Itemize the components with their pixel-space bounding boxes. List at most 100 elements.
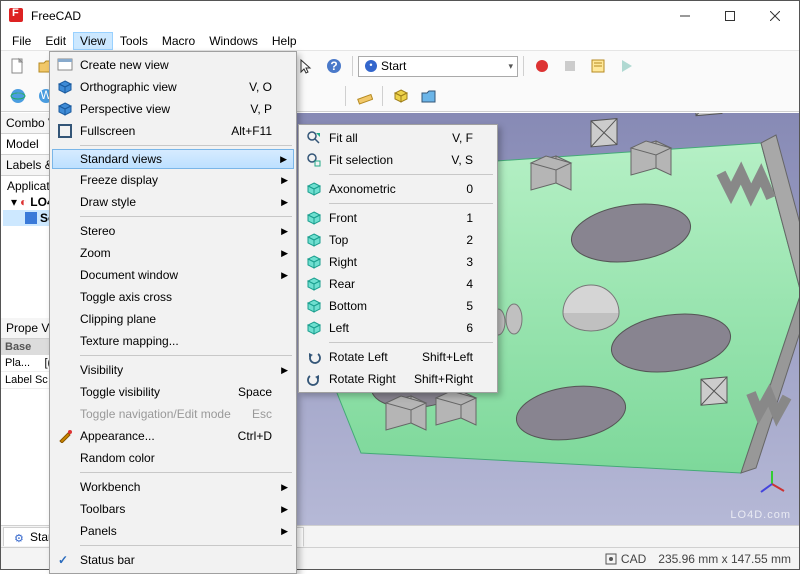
shortcut-label: V, P (250, 102, 272, 116)
view-menu-workbench[interactable]: Workbench▶ (52, 476, 294, 498)
shortcut-label: Ctrl+D (238, 429, 272, 443)
submenu-arrow-icon: ▶ (281, 526, 288, 537)
view-menu-stereo[interactable]: Stereo ▶ (52, 220, 294, 242)
check-icon: ✓ (58, 553, 68, 567)
view-menu-toggle-visibility[interactable]: Toggle visibilitySpace (52, 381, 294, 403)
view-menu-document-window[interactable]: Document window▶ (52, 264, 294, 286)
shortcut-label: Alt+F11 (231, 124, 272, 138)
menu-item-label: Standard views (80, 152, 162, 166)
measure-button[interactable] (351, 83, 377, 109)
stdview-fit-selection[interactable]: Fit selectionV, S (301, 149, 495, 171)
fitall-icon (305, 129, 323, 147)
close-button[interactable] (752, 2, 797, 31)
menu-item-label: Create new view (80, 58, 169, 72)
menu-item-label: Stereo (80, 224, 115, 238)
shortcut-label: V, O (249, 80, 272, 94)
maximize-button[interactable] (707, 2, 752, 31)
shortcut-label: Shift+Left (422, 350, 473, 364)
menu-bar: File Edit View Tools Macro Windows Help (1, 31, 799, 51)
fitsel-icon (305, 151, 323, 169)
menu-item-label: Rear (329, 277, 355, 291)
menu-item-label: Zoom (80, 246, 111, 260)
submenu-arrow-icon: ▶ (281, 226, 288, 237)
view-menu-random-color[interactable]: Random color (52, 447, 294, 469)
menu-item-label: Document window (80, 268, 178, 282)
view-menu-appearance-[interactable]: Appearance...Ctrl+D (52, 425, 294, 447)
globe-button[interactable] (5, 83, 31, 109)
view-menu-create-new-view[interactable]: Create new view (52, 54, 294, 76)
view-menu-toggle-axis-cross[interactable]: Toggle axis cross (52, 286, 294, 308)
menu-item-label: Freeze display (80, 173, 158, 187)
view-menu-freeze-display[interactable]: Freeze display▶ (52, 169, 294, 191)
record-macro-button[interactable] (529, 53, 555, 79)
view-menu-perspective-view[interactable]: Perspective viewV, P (52, 98, 294, 120)
view-menu-standard-views[interactable]: Standard views▶ (52, 149, 294, 169)
nav-style-indicator[interactable]: CAD (605, 552, 646, 566)
submenu-arrow-icon: ▶ (281, 197, 288, 208)
menu-item-label: Top (329, 233, 348, 247)
axo-icon (305, 180, 323, 198)
app-icon (9, 8, 25, 24)
view-menu-clipping-plane[interactable]: Clipping plane (52, 308, 294, 330)
watermark: LO4D.com (730, 509, 791, 521)
menu-item-label: Axonometric (329, 182, 396, 196)
rotr-icon (305, 370, 323, 388)
stdview-left[interactable]: Left6 (301, 317, 495, 339)
left-icon (305, 319, 323, 337)
folder-button[interactable] (416, 83, 442, 109)
shortcut-label: 6 (466, 321, 473, 335)
view-menu-visibility[interactable]: Visibility▶ (52, 359, 294, 381)
stdview-front[interactable]: Front1 (301, 207, 495, 229)
stdview-rotate-right[interactable]: Rotate Right Shift+Right (301, 368, 495, 390)
new-button[interactable] (5, 53, 31, 79)
view-menu-toolbars[interactable]: Toolbars▶ (52, 498, 294, 520)
stdview-right[interactable]: Right3 (301, 251, 495, 273)
rear-icon (305, 275, 323, 293)
stop-macro-button[interactable] (557, 53, 583, 79)
right-icon (305, 253, 323, 271)
minimize-button[interactable] (662, 2, 707, 31)
menu-file[interactable]: File (5, 32, 38, 50)
view-menu-panels[interactable]: Panels ▶ (52, 520, 294, 542)
workbench-selector[interactable]: •Start (358, 56, 518, 77)
macro-list-button[interactable] (585, 53, 611, 79)
menu-tools[interactable]: Tools (113, 32, 155, 50)
menu-item-label: Fit all (329, 131, 358, 145)
view-menu-zoom[interactable]: Zoom▶ (52, 242, 294, 264)
run-macro-button[interactable] (613, 53, 639, 79)
menu-view[interactable]: View (73, 32, 113, 50)
help-button[interactable]: ? (321, 53, 347, 79)
shortcut-label: Shift+Right (414, 372, 473, 386)
menu-help[interactable]: Help (265, 32, 304, 50)
menu-item-label: Rotate Left (329, 350, 388, 364)
persp-icon (56, 100, 74, 118)
stdview-rotate-left[interactable]: Rotate Left Shift+Left (301, 346, 495, 368)
stdview-rear[interactable]: Rear4 (301, 273, 495, 295)
menu-item-label: Rotate Right (329, 372, 396, 386)
shortcut-label: V, S (451, 153, 473, 167)
menu-item-label: Fullscreen (80, 124, 135, 138)
part-cube-button[interactable] (388, 83, 414, 109)
view-menu-status-bar[interactable]: ✓Status bar (52, 549, 294, 571)
menu-macro[interactable]: Macro (155, 32, 202, 50)
top-icon (305, 231, 323, 249)
menu-windows[interactable]: Windows (202, 32, 265, 50)
stdview-axonometric[interactable]: Axonometric0 (301, 178, 495, 200)
menu-edit[interactable]: Edit (38, 32, 73, 50)
gear-icon (14, 531, 26, 543)
view-menu-fullscreen[interactable]: Fullscreen Alt+F11 (52, 120, 294, 142)
view-menu-draw-style[interactable]: Draw style▶ (52, 191, 294, 213)
menu-item-label: Visibility (80, 363, 123, 377)
view-menu-texture-mapping-[interactable]: Texture mapping... (52, 330, 294, 352)
brush-icon (56, 427, 74, 445)
stdview-fit-all[interactable]: Fit allV, F (301, 127, 495, 149)
nv-icon (56, 56, 74, 74)
stdview-top[interactable]: Top2 (301, 229, 495, 251)
title-bar: FreeCAD (1, 1, 799, 31)
menu-item-label: Right (329, 255, 357, 269)
menu-item-label: Panels (80, 524, 117, 538)
full-icon (56, 122, 74, 140)
stdview-bottom[interactable]: Bottom5 (301, 295, 495, 317)
view-menu-orthographic-view[interactable]: Orthographic viewV, O (52, 76, 294, 98)
view-menu-toggle-navigation-edit-mode: Toggle navigation/Edit modeEsc (52, 403, 294, 425)
